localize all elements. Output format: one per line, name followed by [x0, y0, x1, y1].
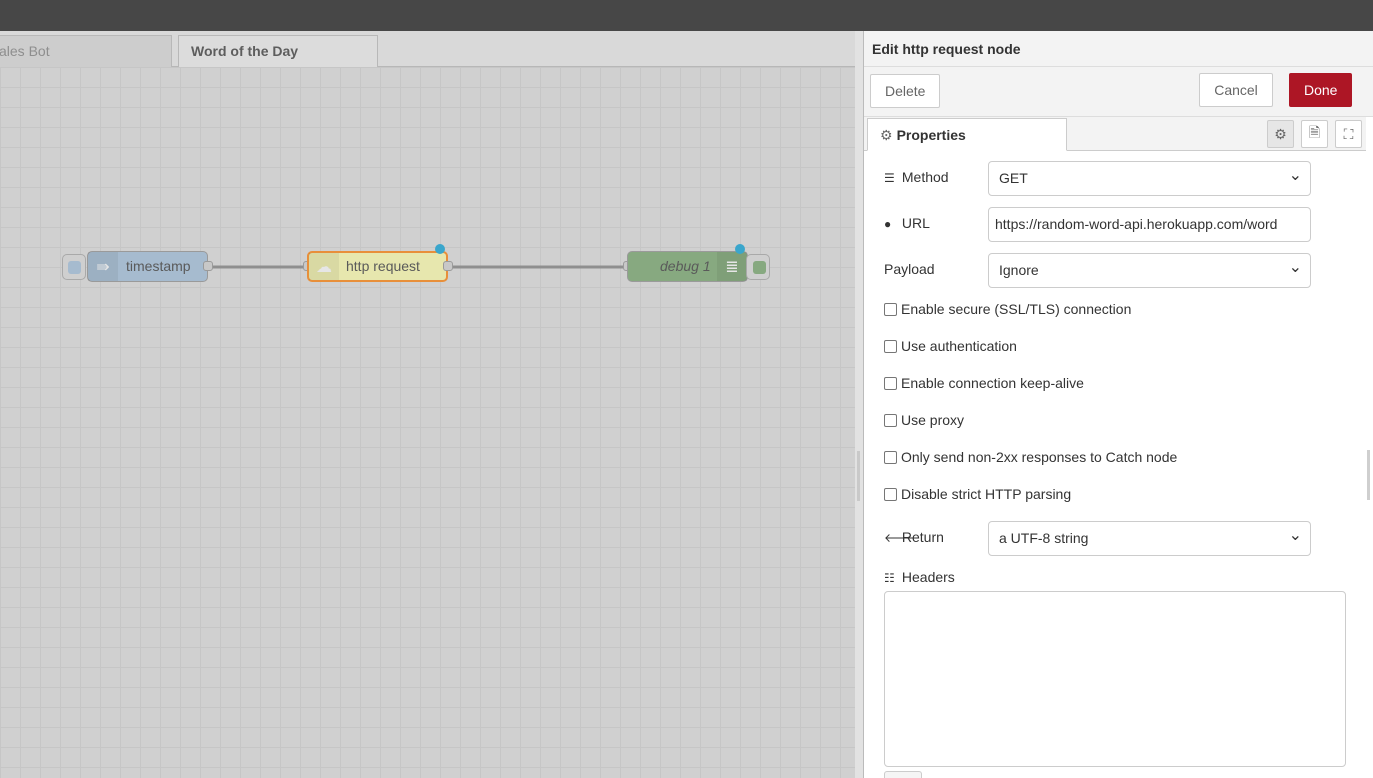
method-label-text: Method — [901, 169, 949, 185]
ssl-checkbox-row[interactable]: Enable secure (SSL/TLS) connection — [884, 301, 1131, 317]
keepalive-checkbox-row[interactable]: Enable connection keep-alive — [884, 375, 1084, 391]
proxy-checkbox-row[interactable]: Use proxy — [884, 412, 964, 428]
arrow-left-icon: 🡐 — [884, 531, 917, 545]
non2xx-label: Only send non-2xx responses to Catch nod… — [901, 449, 1178, 465]
tab-properties-label: Properties — [896, 127, 966, 143]
keepalive-checkbox[interactable] — [884, 377, 897, 390]
header-bar — [0, 0, 1373, 31]
divider-grip[interactable] — [857, 451, 860, 501]
panel-title: Edit http request node — [864, 31, 1373, 67]
method-select[interactable]: GET — [988, 161, 1311, 196]
debug-toggle-button[interactable] — [746, 254, 770, 280]
tab-sales-bot[interactable]: ales Bot — [0, 35, 172, 67]
workspace: ales Bot Word of the Day ⇛ timestamp ☁ h… — [0, 31, 855, 778]
strict-label: Disable strict HTTP parsing — [901, 486, 1072, 502]
tab-properties[interactable]: ⚙ Properties — [867, 118, 1067, 151]
panel-resize-divider[interactable] — [855, 31, 863, 778]
auth-label: Use authentication — [901, 338, 1017, 354]
inject-node-label: timestamp — [126, 258, 191, 274]
url-input[interactable]: https://random-word-api.herokuapp.com/wo… — [988, 207, 1311, 242]
description-button[interactable]: 🗎 — [1301, 120, 1328, 148]
non2xx-checkbox[interactable] — [884, 451, 897, 464]
return-label-text: Return — [901, 529, 944, 545]
headers-label: ☷ Headers — [884, 569, 955, 585]
inject-node[interactable]: ⇛ timestamp — [87, 251, 208, 282]
proxy-label: Use proxy — [901, 412, 965, 428]
inject-output-port[interactable] — [203, 261, 213, 271]
headers-label-text: Headers — [901, 569, 955, 585]
delete-button[interactable]: Delete — [870, 74, 940, 108]
non2xx-checkbox-row[interactable]: Only send non-2xx responses to Catch nod… — [884, 449, 1177, 465]
edit-panel: Edit http request node Delete Cancel Don… — [863, 31, 1373, 778]
list-icon: ≣ — [717, 252, 747, 281]
strict-checkbox-row[interactable]: Disable strict HTTP parsing — [884, 486, 1071, 502]
wires — [208, 265, 628, 269]
tasks-icon: ☰ — [884, 171, 895, 185]
url-label: ● URL — [884, 215, 930, 231]
payload-select[interactable]: Ignore — [988, 253, 1311, 288]
debug-changed-dot — [735, 244, 745, 254]
workspace-tabs: ales Bot Word of the Day — [0, 31, 855, 68]
inject-button[interactable] — [62, 254, 86, 280]
changed-indicator-dot — [435, 244, 445, 254]
ssl-label: Enable secure (SSL/TLS) connection — [901, 301, 1132, 317]
globe-icon: ● — [884, 217, 892, 231]
add-header-button[interactable] — [884, 771, 922, 778]
globe-icon: ☁ — [309, 253, 339, 280]
debug-toggle-square — [753, 261, 766, 274]
gear-icon: ⚙ — [880, 127, 893, 143]
panel-scrollbar[interactable] — [1367, 450, 1370, 500]
method-label: ☰ Method — [884, 169, 949, 185]
gear-icon: ⚙ — [1274, 125, 1287, 142]
settings-gear-button[interactable]: ⚙ — [1267, 120, 1294, 148]
payload-label: Payload — [884, 261, 935, 277]
panel-toolbar: Delete Cancel Done — [864, 67, 1373, 117]
url-label-text: URL — [901, 215, 930, 231]
headers-list[interactable] — [884, 591, 1346, 767]
inject-button-square — [68, 261, 81, 274]
frame-icon: ⛶ — [1343, 125, 1354, 142]
list-icon: ☷ — [884, 571, 895, 585]
appearance-button[interactable]: ⛶ — [1335, 120, 1362, 148]
flow-canvas[interactable]: ⇛ timestamp ☁ http request debug 1 ≣ — [0, 67, 855, 778]
http-request-node[interactable]: ☁ http request — [307, 251, 448, 282]
arrow-right-icon: ⇛ — [88, 252, 118, 281]
debug-node[interactable]: debug 1 ≣ — [627, 251, 748, 282]
panel-tabs: ⚙ Properties ⚙ 🗎 ⛶ — [864, 117, 1366, 151]
http-node-label: http request — [346, 258, 420, 274]
auth-checkbox-row[interactable]: Use authentication — [884, 338, 1017, 354]
ssl-checkbox[interactable] — [884, 303, 897, 316]
file-icon: 🗎 — [1308, 124, 1321, 140]
cancel-button[interactable]: Cancel — [1199, 73, 1273, 107]
strict-checkbox[interactable] — [884, 488, 897, 501]
tab-word-of-the-day[interactable]: Word of the Day — [178, 35, 378, 68]
http-output-port[interactable] — [443, 261, 453, 271]
debug-node-label: debug 1 — [660, 258, 711, 274]
auth-checkbox[interactable] — [884, 340, 897, 353]
proxy-checkbox[interactable] — [884, 414, 897, 427]
keepalive-label: Enable connection keep-alive — [901, 375, 1084, 391]
return-label: 🡐 Return — [884, 529, 944, 545]
return-select[interactable]: a UTF-8 string — [988, 521, 1311, 556]
done-button[interactable]: Done — [1289, 73, 1352, 107]
